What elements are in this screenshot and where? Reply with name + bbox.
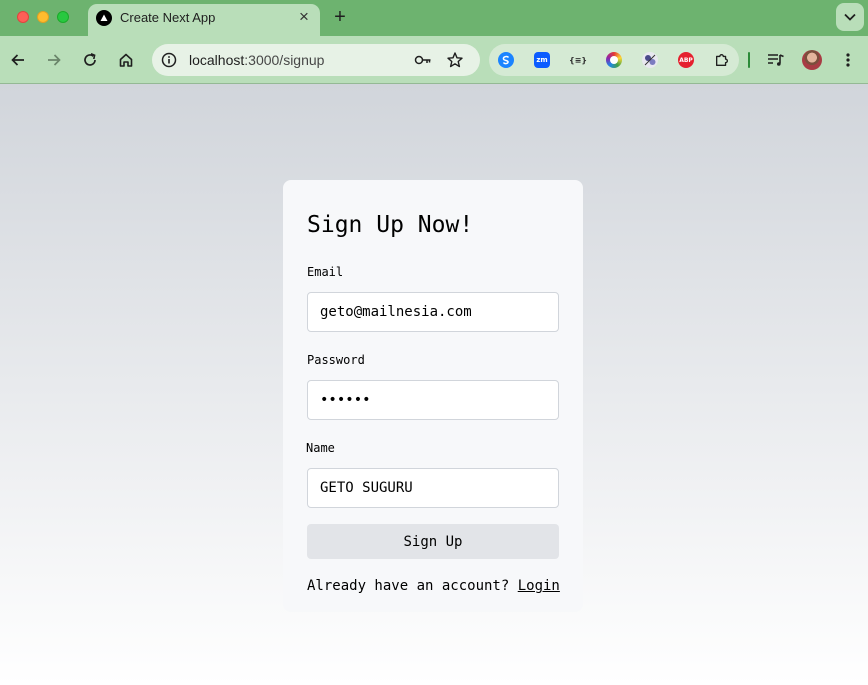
site-info-icon[interactable] [160,51,178,74]
window-maximize-button[interactable] [57,11,69,23]
browser-toolbar: localhost:3000/signup zm {≡} ABP [0,36,868,84]
color-picker-center [610,56,618,64]
tab-title: Create Next App [120,10,216,25]
name-label: Name [306,441,335,455]
window-close-button[interactable] [17,11,29,23]
tab-close-icon[interactable]: × [296,8,312,25]
json-ext-icon[interactable]: {≡} [568,52,588,68]
bookmark-star-icon[interactable] [446,51,464,74]
new-tab-button[interactable]: + [330,7,350,27]
more-menu-icon[interactable] [838,50,858,70]
page-title: Sign Up Now! [307,212,474,238]
login-prompt: Already have an account? Login [307,578,560,594]
password-key-icon[interactable] [414,52,432,73]
sync-ext-icon[interactable] [498,52,514,68]
window-minimize-button[interactable] [37,11,49,23]
color-picker-ext-icon[interactable] [606,52,622,68]
email-field[interactable] [307,292,559,332]
signup-card: Sign Up Now! Email Password Name Sign Up… [283,180,583,612]
profile-avatar[interactable] [802,50,822,70]
home-icon[interactable] [116,50,136,70]
extensions-bar: zm {≡} ABP [489,44,739,76]
nextjs-logo-icon [96,10,112,26]
adblock-ext-icon[interactable]: ABP [678,52,694,68]
toolbar-separator [748,52,750,68]
scholar-ext-icon[interactable] [642,52,658,68]
login-prompt-text: Already have an account? [307,578,518,594]
browser-tab[interactable]: Create Next App × [88,4,320,36]
url-host: localhost [189,52,245,68]
reading-list-icon[interactable] [766,50,786,70]
json-ext-label: {≡} [568,55,588,65]
address-bar[interactable]: localhost:3000/signup [152,44,480,76]
tab-search-icon[interactable] [836,3,864,31]
back-icon[interactable] [8,50,28,70]
login-link[interactable]: Login [518,578,560,594]
url-path: :3000/signup [244,52,325,68]
url-text: localhost:3000/signup [189,52,324,68]
password-field[interactable] [307,380,559,420]
signup-button[interactable]: Sign Up [307,524,559,559]
tab-strip: Create Next App × + [0,0,868,36]
extensions-puzzle-icon[interactable] [714,52,730,68]
email-label: Email [307,265,344,279]
name-field[interactable] [307,468,559,508]
zoom-ext-label: zm [536,56,548,64]
zoom-ext-icon[interactable]: zm [534,52,550,68]
adblock-ext-label: ABP [679,56,693,64]
password-label: Password [307,353,365,367]
reload-icon[interactable] [80,50,100,70]
page-viewport: Sign Up Now! Email Password Name Sign Up… [0,84,868,685]
forward-icon[interactable] [44,50,64,70]
